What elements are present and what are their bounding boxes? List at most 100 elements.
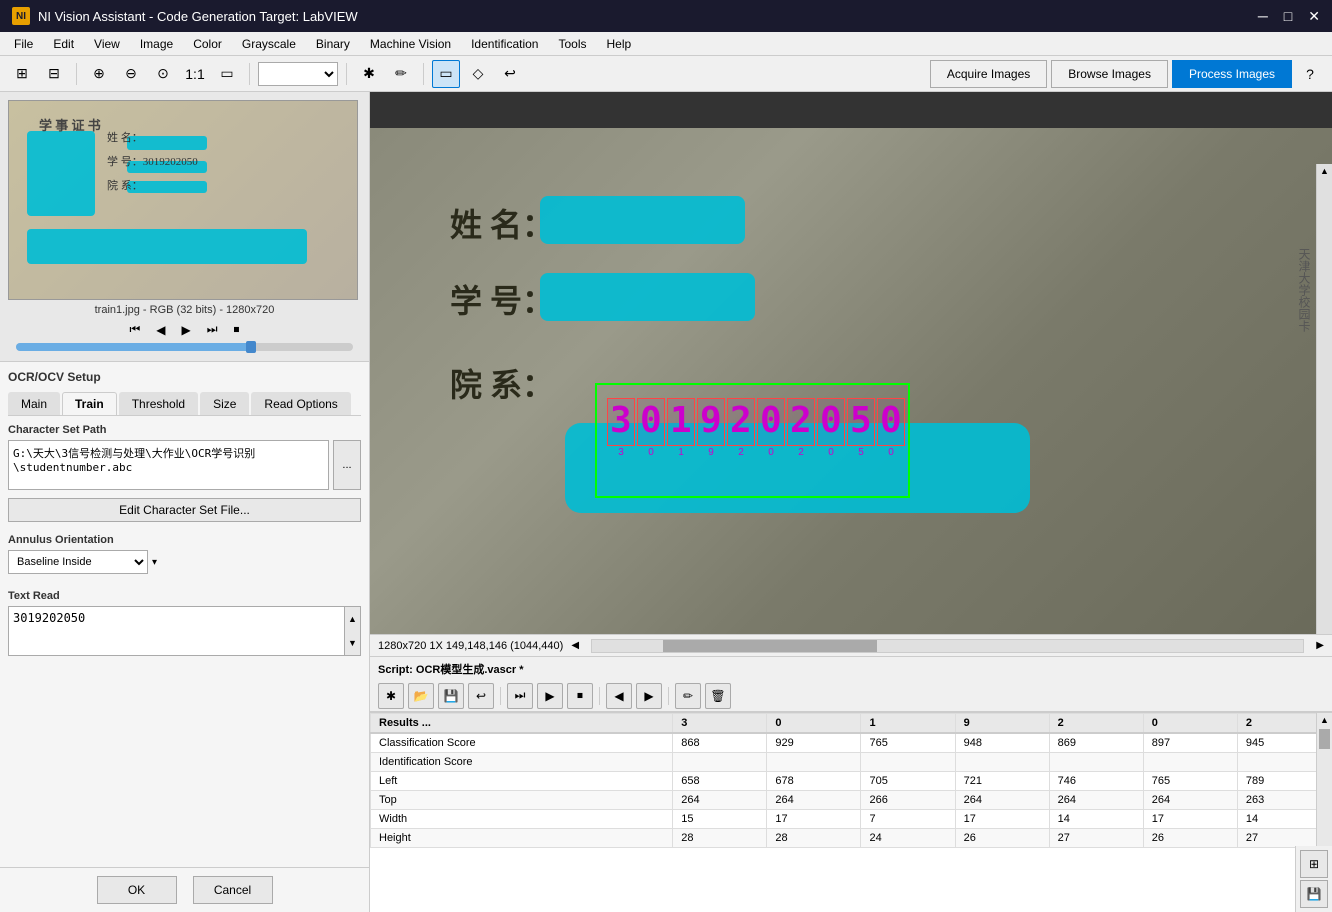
zoom-in-button[interactable]: ⊕ xyxy=(85,60,113,88)
progress-handle[interactable] xyxy=(246,341,256,353)
bottom-icon-btn-2[interactable]: 💾 xyxy=(1300,880,1328,908)
help-button[interactable]: ? xyxy=(1296,60,1324,88)
tab-main[interactable]: Main xyxy=(8,392,60,415)
menu-view[interactable]: View xyxy=(84,35,130,53)
pencil-button[interactable]: ✏ xyxy=(387,60,415,88)
menu-identification[interactable]: Identification xyxy=(461,35,548,53)
acquire-images-button[interactable]: Acquire Images xyxy=(930,60,1047,88)
script-btn-snap[interactable]: ✱ xyxy=(378,683,404,709)
table-cell-2-5: 765 xyxy=(1143,772,1237,791)
results-table-container: Results ... 3 0 1 9 2 0 2 Classification… xyxy=(370,712,1332,912)
process-images-button[interactable]: Process Images xyxy=(1172,60,1292,88)
digit-label-6: 2 xyxy=(787,447,815,458)
digit-char-6: 2 xyxy=(790,400,812,441)
close-button[interactable]: ✕ xyxy=(1308,8,1320,25)
nav-next-button[interactable]: ▶ xyxy=(177,321,194,339)
hscroll-right-button[interactable]: ▶ xyxy=(1316,640,1324,651)
undo-button[interactable]: ↩ xyxy=(496,60,524,88)
nav-first-button[interactable]: ⏮ xyxy=(125,320,144,339)
roi-button[interactable]: ▭ xyxy=(213,60,241,88)
script-btn-save[interactable]: 💾 xyxy=(438,683,464,709)
results-scroll-thumb[interactable] xyxy=(1319,729,1330,749)
menu-edit[interactable]: Edit xyxy=(43,35,84,53)
script-btn-delete[interactable]: 🗑 xyxy=(705,683,731,709)
annulus-orientation-select[interactable]: Baseline Inside xyxy=(8,550,148,574)
text-read-scroll-up[interactable]: ▲ xyxy=(345,607,360,631)
menu-color[interactable]: Color xyxy=(183,35,232,53)
title-bar: NI NI Vision Assistant - Code Generation… xyxy=(0,0,1332,32)
thumb-zh-label-2: 学 号：3019202050 xyxy=(107,153,198,169)
browse-images-button[interactable]: Browse Images xyxy=(1051,60,1168,88)
table-row: Classification Score86892976594886989794… xyxy=(371,733,1332,753)
table-cell-4-2: 7 xyxy=(861,810,955,829)
text-read-scroll-down[interactable]: ▼ xyxy=(345,631,360,655)
menu-image[interactable]: Image xyxy=(130,35,183,53)
main-layout: 姓 名： 学 号：3019202050 院 系： 学 事 证 书 train1.… xyxy=(0,92,1332,912)
script-btn-play[interactable]: ▶ xyxy=(537,683,563,709)
nav-controls: ⏮ ◀ ▶ ⏭ ⏹ xyxy=(8,320,361,339)
script-btn-edit[interactable]: ✏ xyxy=(675,683,701,709)
zoom-fit-button[interactable]: ⊙ xyxy=(149,60,177,88)
progress-track[interactable] xyxy=(16,343,353,351)
table-cell-2-4: 746 xyxy=(1049,772,1143,791)
char-set-path-input[interactable]: G:\天大\3信号检测与处理\大作业\OCR学号识别\studentnumber… xyxy=(8,440,329,490)
horizontal-scrollbar[interactable] xyxy=(591,639,1304,653)
script-btn-prev[interactable]: ◀ xyxy=(606,683,632,709)
script-btn-open[interactable]: 📂 xyxy=(408,683,434,709)
zoom-100-button[interactable]: 1:1 xyxy=(181,60,209,88)
table-cell-0-1: 929 xyxy=(767,733,861,753)
script-btn-next[interactable]: ▶ xyxy=(636,683,662,709)
hscroll-left-button[interactable]: ◀ xyxy=(571,640,579,651)
image-canvas[interactable]: 姓 名： 学 号： 院 系： 3 3 0 0 xyxy=(370,128,1332,634)
results-scroll-up[interactable]: ▲ xyxy=(1317,713,1332,727)
digit-box-6: 2 2 xyxy=(787,398,815,458)
nav-prev-button[interactable]: ◀ xyxy=(152,321,169,339)
tab-size[interactable]: Size xyxy=(200,392,249,415)
ocr-setup-panel: OCR/OCV Setup Main Train Threshold Size … xyxy=(0,362,369,867)
cancel-button[interactable]: Cancel xyxy=(193,876,273,904)
results-table-body: Classification Score86892976594886989794… xyxy=(371,733,1332,848)
menu-binary[interactable]: Binary xyxy=(306,35,360,53)
toolbar-btn-2[interactable]: ⊟ xyxy=(40,60,68,88)
digit-box-8: 5 5 xyxy=(847,398,875,458)
browse-char-set-button[interactable]: ... xyxy=(333,440,361,490)
digit-box-2: 1 1 xyxy=(667,398,695,458)
script-btn-skip-end[interactable]: ⏭ xyxy=(507,683,533,709)
vscroll-up-button[interactable]: ▲ xyxy=(1318,164,1332,178)
menu-help[interactable]: Help xyxy=(597,35,642,53)
zoom-out-button[interactable]: ⊖ xyxy=(117,60,145,88)
text-read-value[interactable]: 3019202050 xyxy=(8,606,345,656)
toolbar-btn-1[interactable]: ⊞ xyxy=(8,60,36,88)
menu-machine-vision[interactable]: Machine Vision xyxy=(360,35,461,53)
hscroll-thumb[interactable] xyxy=(663,640,876,652)
menu-tools[interactable]: Tools xyxy=(548,35,596,53)
script-btn-stop[interactable]: ⏹ xyxy=(567,683,593,709)
zoom-dropdown[interactable] xyxy=(258,62,338,86)
nav-stop-button[interactable]: ⏹ xyxy=(230,320,244,339)
tab-train[interactable]: Train xyxy=(62,392,117,415)
menu-file[interactable]: File xyxy=(4,35,43,53)
script-btn-undo[interactable]: ↩ xyxy=(468,683,494,709)
rect-select-button[interactable]: ▭ xyxy=(432,60,460,88)
edit-char-set-button[interactable]: Edit Character Set File... xyxy=(8,498,361,522)
table-cell-5-1: 28 xyxy=(767,829,861,848)
ocr-digits-area: 3 3 0 0 1 1 9 xyxy=(607,398,905,458)
table-cell-3-3: 264 xyxy=(955,791,1049,810)
minimize-button[interactable]: ─ xyxy=(1258,8,1268,25)
digit-box-3: 9 9 xyxy=(697,398,725,458)
nav-last-button[interactable]: ⏭ xyxy=(203,320,222,339)
image-vertical-scrollbar[interactable]: ▲ ▼ xyxy=(1316,164,1332,634)
ocr-setup-title: OCR/OCV Setup xyxy=(8,370,361,384)
snap-button[interactable]: ✱ xyxy=(355,60,383,88)
bottom-icon-btn-1[interactable]: ⊞ xyxy=(1300,850,1328,878)
ok-button[interactable]: OK xyxy=(97,876,177,904)
menu-grayscale[interactable]: Grayscale xyxy=(232,35,306,53)
diamond-button[interactable]: ◇ xyxy=(464,60,492,88)
tab-read-options[interactable]: Read Options xyxy=(251,392,350,415)
left-panel: 姓 名： 学 号：3019202050 院 系： 学 事 证 书 train1.… xyxy=(0,92,370,912)
maximize-button[interactable]: □ xyxy=(1284,8,1292,25)
annulus-orientation-label: Annulus Orientation xyxy=(8,534,361,546)
tab-threshold[interactable]: Threshold xyxy=(119,392,198,415)
thumb-zh-label-1: 姓 名： xyxy=(107,129,143,145)
table-cell-3-2: 266 xyxy=(861,791,955,810)
